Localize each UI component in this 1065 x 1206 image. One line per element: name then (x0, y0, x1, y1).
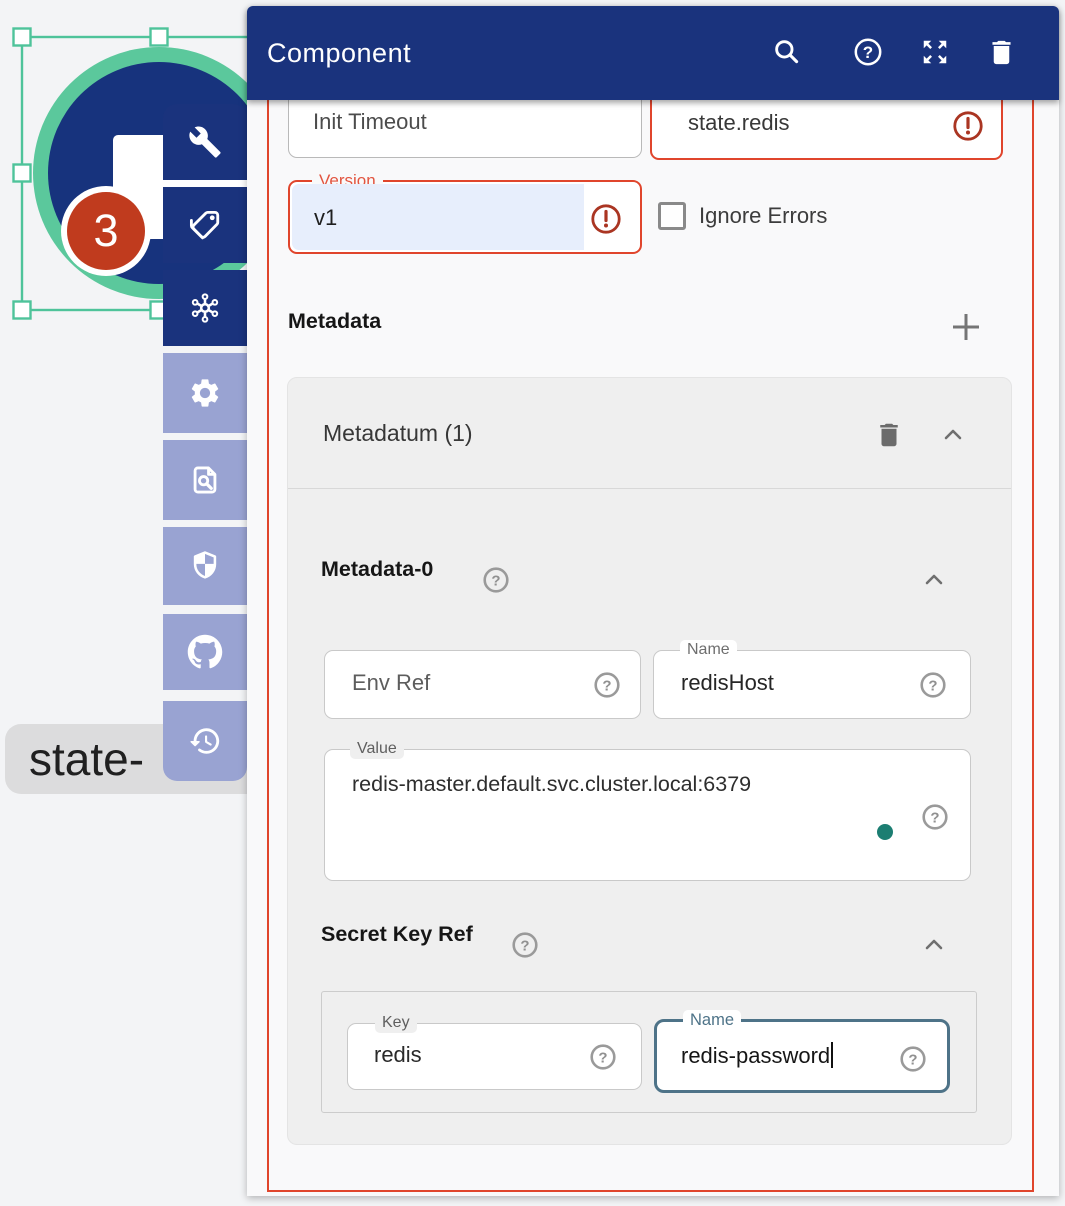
error-count-badge: 3 (61, 186, 151, 276)
help-icon[interactable]: ? (918, 670, 948, 700)
svg-text:?: ? (520, 938, 529, 955)
panel-title: Component (267, 6, 411, 100)
metadatum-card-header[interactable]: Metadatum (1) (288, 378, 1011, 489)
toolbar-button-wrench[interactable] (163, 104, 247, 180)
github-icon (187, 634, 223, 670)
secret-key-label: Key (375, 1013, 417, 1033)
delete-metadatum-button[interactable] (871, 417, 907, 453)
secret-key-ref-heading: Secret Key Ref (321, 922, 473, 947)
panel-header: Component ? (247, 6, 1059, 100)
svg-text:?: ? (602, 678, 611, 695)
component-editor-panel: Component ? Init Timeout (247, 6, 1059, 1196)
help-icon[interactable]: ? (588, 1042, 618, 1072)
toolbar-button-history[interactable] (163, 701, 247, 781)
header-expand-button[interactable] (913, 30, 957, 74)
header-delete-button[interactable] (979, 30, 1023, 74)
help-icon: ? (851, 35, 885, 69)
gear-icon (188, 376, 222, 410)
metadatum-title: Metadatum (1) (323, 378, 473, 488)
metadata-name-label: Name (680, 640, 737, 660)
svg-text:?: ? (928, 678, 937, 695)
tag-icon (188, 208, 222, 242)
shield-icon (188, 549, 222, 583)
history-icon (188, 724, 222, 758)
secret-key-ref-group: Key redis ? Name redis-password ? (321, 991, 977, 1113)
svg-text:?: ? (598, 1050, 607, 1067)
secret-name-field[interactable]: Name redis-password ? (654, 1019, 950, 1093)
header-help-button[interactable]: ? (846, 30, 890, 74)
ignore-errors-label: Ignore Errors (699, 203, 827, 229)
panel-body: Init Timeout state.redis Version v1 Igno… (247, 6, 1059, 1196)
search-icon (771, 36, 803, 68)
secret-key-field[interactable]: Key redis ? (347, 1023, 642, 1090)
collapse-metadata0-button[interactable] (916, 562, 952, 598)
document-search-icon (188, 463, 222, 497)
version-value: v1 (314, 182, 337, 254)
metadata-value-text: redis-master.default.svc.cluster.local:6… (352, 772, 751, 797)
svg-text:?: ? (491, 573, 500, 590)
collapse-secret-key-ref-button[interactable] (916, 927, 952, 963)
toolbar-button-tag[interactable] (163, 187, 247, 263)
hub-icon (187, 290, 223, 326)
error-icon (589, 202, 623, 236)
version-field[interactable]: Version v1 (288, 180, 642, 254)
node-toolbar (163, 104, 247, 782)
trash-icon (874, 420, 904, 450)
help-icon[interactable]: ? (898, 1044, 928, 1074)
help-icon[interactable]: ? (592, 670, 622, 700)
error-icon (951, 109, 985, 143)
metadatum-card: Metadatum (1) Metadata-0 ? (287, 377, 1012, 1145)
chevron-up-icon (919, 930, 949, 960)
metadata-value-field[interactable]: Value redis-master.default.svc.cluster.l… (324, 749, 971, 881)
secret-name-value: redis-password (681, 1043, 830, 1068)
env-ref-field[interactable]: Env Ref ? (324, 650, 641, 719)
chevron-up-icon (938, 420, 968, 450)
header-search-button[interactable] (765, 30, 809, 74)
toolbar-button-security[interactable] (163, 527, 247, 605)
metadata-value-label: Value (350, 739, 404, 759)
svg-text:?: ? (930, 810, 939, 827)
trash-icon (986, 37, 1017, 68)
wrench-icon (188, 125, 222, 159)
help-icon[interactable]: ? (510, 930, 540, 960)
chevron-up-icon (919, 565, 949, 595)
toolbar-button-hub[interactable] (163, 270, 247, 346)
toolbar-button-settings[interactable] (163, 353, 247, 433)
ignore-errors-checkbox[interactable] (658, 202, 686, 230)
svg-text:3: 3 (93, 205, 118, 256)
collapse-metadatum-button[interactable] (935, 417, 971, 453)
plus-icon (949, 310, 983, 344)
metadata0-heading: Metadata-0 (321, 557, 433, 582)
toolbar-button-github[interactable] (163, 614, 247, 690)
add-metadata-button[interactable] (945, 306, 987, 348)
svg-text:?: ? (863, 43, 873, 62)
toolbar-button-inspect[interactable] (163, 440, 247, 520)
resize-handle-dot[interactable] (877, 824, 893, 840)
help-icon[interactable]: ? (920, 802, 950, 832)
help-icon[interactable]: ? (481, 565, 511, 595)
expand-icon (920, 37, 950, 67)
metadata-name-field[interactable]: Name redisHost ? (653, 650, 971, 719)
svg-text:?: ? (908, 1052, 917, 1069)
text-cursor (831, 1042, 833, 1068)
metadata-heading: Metadata (288, 309, 381, 334)
